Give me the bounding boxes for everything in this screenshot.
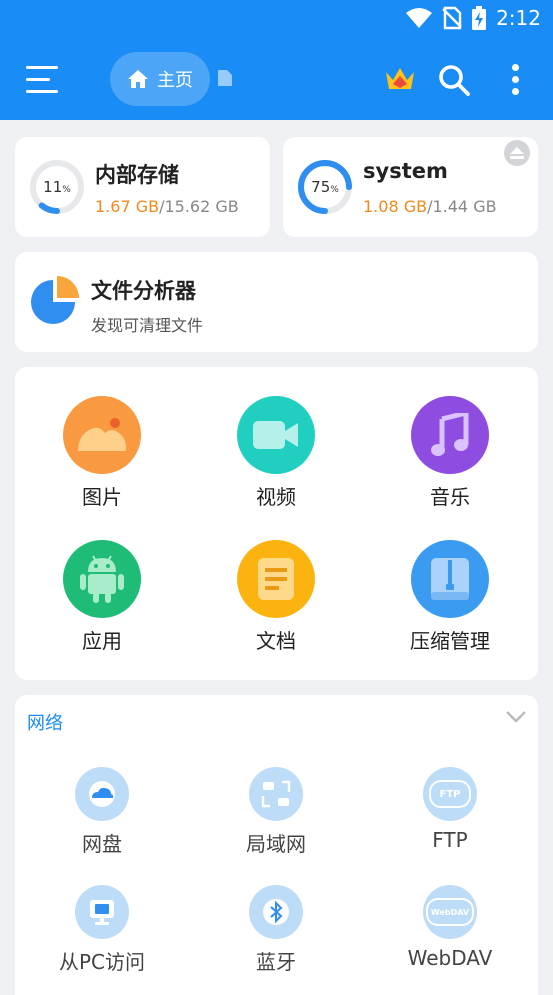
music-icon (431, 413, 469, 456)
cloud-icon (89, 781, 115, 807)
network-label: 蓝牙 (256, 950, 296, 974)
category-images[interactable]: 图片 (32, 396, 172, 510)
category-label: 视频 (256, 485, 296, 509)
wifi-icon (406, 8, 433, 28)
status-time: 2:12 (496, 6, 541, 30)
archive-icon (431, 558, 469, 600)
eject-icon (510, 147, 524, 159)
file-analyzer-card[interactable]: 文件分析器 发现可清理文件 (15, 252, 538, 352)
lan-icon (261, 780, 291, 808)
document-breadcrumb-icon[interactable] (217, 69, 233, 87)
analyzer-title: 文件分析器 (91, 279, 196, 303)
storage-name: 内部存储 (95, 163, 179, 187)
more-options-icon[interactable] (510, 62, 522, 98)
storage-name: system (363, 159, 448, 183)
network-section: 网络 网盘 局域网 FTP FTP 从PC访问 蓝牙 WebDAV WebDAV (15, 695, 538, 995)
network-label: 从PC访问 (58, 950, 146, 974)
android-icon (80, 555, 124, 603)
ftp-icon: FTP (429, 780, 471, 808)
network-label: FTP (432, 828, 468, 852)
category-label: 压缩管理 (410, 629, 490, 653)
storage-percent: 75% (311, 178, 339, 196)
storage-card-internal[interactable]: 11% 内部存储 1.67 GB/15.62 GB (15, 137, 270, 237)
category-videos[interactable]: 视频 (206, 396, 346, 510)
app-bar: 主页 (0, 40, 553, 120)
network-title: 网络 (27, 713, 63, 734)
category-grid: 图片 视频 音乐 应用 文档 压缩管理 (15, 367, 538, 680)
network-label: 网盘 (82, 832, 122, 856)
network-ftp[interactable]: FTP FTP (380, 767, 520, 852)
storage-card-system[interactable]: 75% system 1.08 GB/1.44 GB (283, 137, 538, 237)
breadcrumb-home[interactable]: 主页 (110, 52, 210, 106)
network-label: WebDAV (407, 946, 493, 970)
document-icon (258, 558, 294, 600)
video-icon (253, 421, 298, 449)
category-archives[interactable]: 压缩管理 (380, 540, 520, 654)
category-label: 文档 (256, 629, 296, 653)
network-webdav[interactable]: WebDAV WebDAV (380, 885, 520, 970)
category-label: 应用 (82, 629, 122, 653)
network-bluetooth[interactable]: 蓝牙 (206, 885, 346, 975)
battery-charging-icon (472, 6, 487, 30)
analyzer-subtitle: 发现可清理文件 (91, 316, 204, 335)
no-sim-icon (442, 6, 462, 30)
network-pc-access[interactable]: 从PC访问 (32, 885, 172, 975)
eject-button[interactable] (504, 140, 530, 166)
breadcrumb-home-label: 主页 (157, 70, 193, 91)
category-documents[interactable]: 文档 (206, 540, 346, 654)
storage-percent: 11% (43, 178, 71, 196)
status-bar: 2:12 (0, 0, 553, 40)
pie-chart-icon (31, 276, 79, 324)
crown-icon[interactable] (384, 64, 416, 92)
network-label: 局域网 (246, 832, 306, 856)
network-cloud-drive[interactable]: 网盘 (32, 767, 172, 857)
network-lan[interactable]: 局域网 (206, 767, 346, 857)
bluetooth-icon (263, 899, 289, 925)
home-icon (128, 70, 148, 88)
category-apps[interactable]: 应用 (32, 540, 172, 654)
storage-usage: 1.08 GB/1.44 GB (363, 197, 497, 216)
image-icon (78, 418, 127, 451)
webdav-icon: WebDAV (426, 898, 474, 926)
chevron-down-icon[interactable] (506, 711, 526, 723)
pc-access-icon (90, 900, 114, 925)
search-icon[interactable] (438, 64, 470, 96)
menu-button[interactable] (26, 66, 60, 94)
category-label: 音乐 (430, 485, 470, 509)
category-music[interactable]: 音乐 (380, 396, 520, 510)
category-label: 图片 (82, 485, 122, 509)
storage-usage: 1.67 GB/15.62 GB (95, 197, 239, 216)
